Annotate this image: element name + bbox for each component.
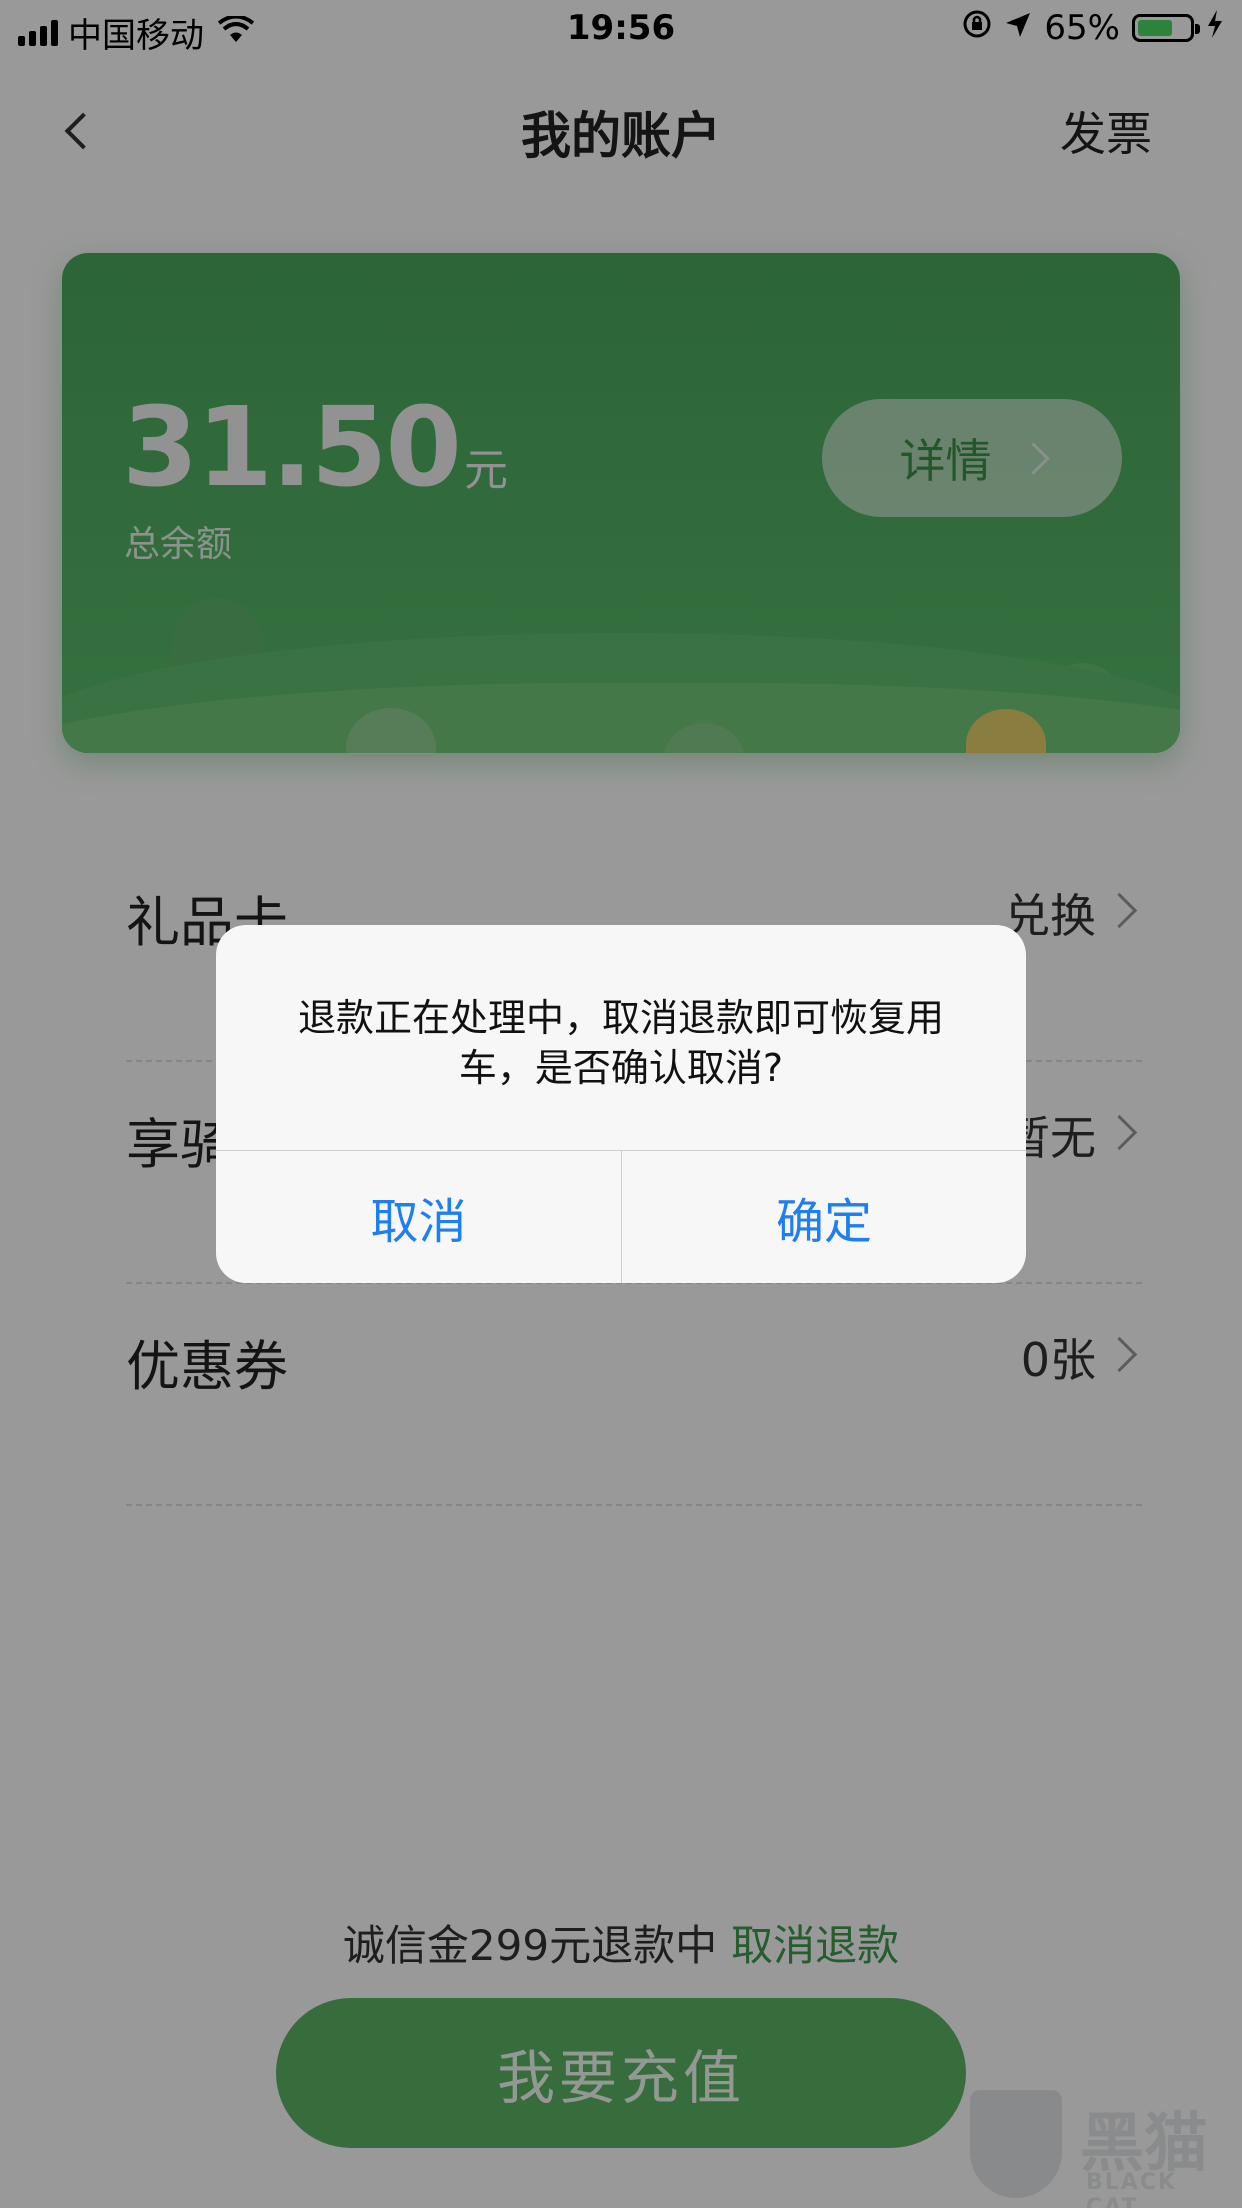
app-screen: 中国移动 19:56 65% 我的账户 发票 31.50元 总余额 详情 礼品卡… xyxy=(0,0,1242,2208)
confirm-dialog: 退款正在处理中，取消退款即可恢复用车，是否确认取消? 取消 确定 xyxy=(216,925,1026,1283)
dialog-confirm-button[interactable]: 确定 xyxy=(622,1151,1026,1283)
dialog-cancel-button[interactable]: 取消 xyxy=(216,1151,621,1283)
dialog-message: 退款正在处理中，取消退款即可恢复用车，是否确认取消? xyxy=(297,996,944,1090)
